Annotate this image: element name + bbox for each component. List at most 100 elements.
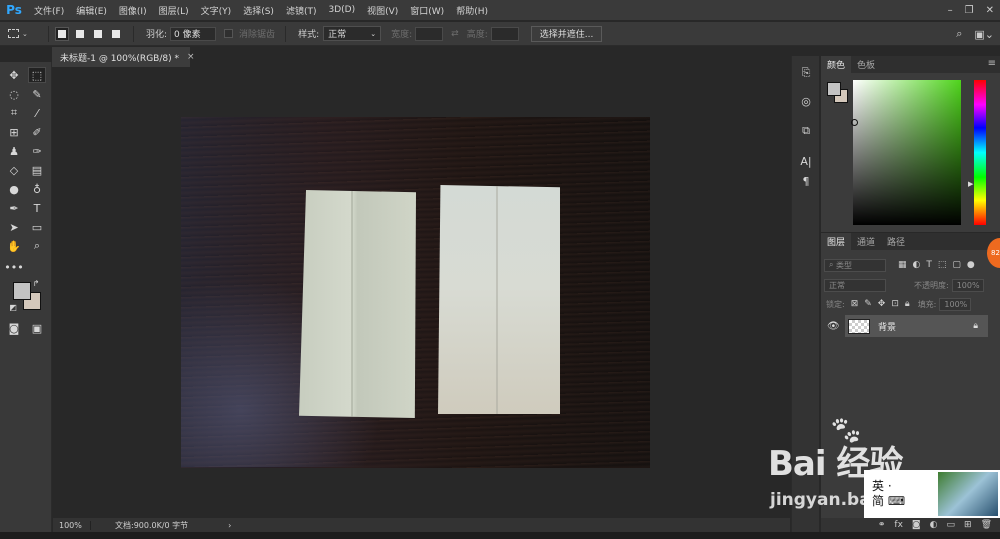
eraser-tool-icon[interactable]: ◇ xyxy=(5,162,23,178)
lock-position-icon[interactable]: ✥ xyxy=(878,299,886,309)
adjustment-filter-icon[interactable]: ◐ xyxy=(913,260,921,270)
color-panel-foreground-swatch[interactable] xyxy=(827,82,841,96)
quick-selection-tool-icon[interactable]: ✎ xyxy=(28,86,46,102)
tab-swatches[interactable]: 色板 xyxy=(851,56,881,73)
dodge-tool-icon[interactable]: ♁ xyxy=(28,181,46,197)
document-tab[interactable]: 未标题-1 @ 100%(RGB/8) * × xyxy=(52,47,195,67)
close-icon[interactable]: ✕ xyxy=(986,5,994,16)
new-layer-icon[interactable]: ⊞ xyxy=(964,520,972,530)
link-layers-icon[interactable]: ⚭ xyxy=(878,520,886,530)
color-field[interactable] xyxy=(851,80,961,225)
zoom-tool-icon[interactable]: ⌕ xyxy=(28,238,46,254)
hue-slider[interactable] xyxy=(974,80,986,225)
layer-filter-select[interactable]: ⌕ 类型 xyxy=(824,258,886,272)
menu-select[interactable]: 选择(S) xyxy=(243,4,274,17)
ime-status[interactable]: 英 · 简 ⌨ xyxy=(872,479,905,509)
restore-icon[interactable]: ❐ xyxy=(965,5,974,16)
adjustments-panel-icon[interactable]: ◎ xyxy=(797,92,815,110)
workspace-icon[interactable]: ▣⌄ xyxy=(974,28,994,41)
layer-lock-icon[interactable]: 🔒︎ xyxy=(973,321,978,331)
hue-slider-handle-icon[interactable]: ▶ xyxy=(968,180,973,188)
brush-tool-icon[interactable]: ✐ xyxy=(28,124,46,140)
status-menu-arrow[interactable]: › xyxy=(228,521,231,530)
menu-help[interactable]: 帮助(H) xyxy=(456,4,488,17)
opacity-input[interactable]: 100% xyxy=(951,278,984,292)
healing-brush-tool-icon[interactable]: ⊞ xyxy=(5,124,23,140)
rectangle-tool-icon[interactable]: ▭ xyxy=(28,219,46,235)
menu-edit[interactable]: 编辑(E) xyxy=(76,4,107,17)
smart-object-filter-icon[interactable]: ▢ xyxy=(952,260,961,270)
move-tool-icon[interactable]: ✥ xyxy=(5,67,23,83)
type-filter-icon[interactable]: T xyxy=(926,260,932,270)
rectangular-marquee-tool-icon[interactable]: ⬚ xyxy=(28,67,46,83)
menu-type[interactable]: 文字(Y) xyxy=(201,4,232,17)
swap-colors-icon[interactable]: ↱ xyxy=(30,278,42,288)
antialias-checkbox[interactable] xyxy=(224,29,234,38)
width-input[interactable] xyxy=(415,26,444,41)
menu-image[interactable]: 图像(I) xyxy=(119,4,147,17)
default-colors-icon[interactable]: ◩ xyxy=(7,302,19,312)
add-mask-icon[interactable]: ◙ xyxy=(912,520,921,530)
search-icon[interactable]: ⌕ xyxy=(956,27,962,41)
layer-row[interactable]: 背景 🔒︎ xyxy=(845,315,988,337)
pixel-filter-icon[interactable]: ▦ xyxy=(898,260,907,270)
canvas-area[interactable] xyxy=(53,67,790,517)
blend-mode-select[interactable]: 正常 xyxy=(824,278,886,292)
quick-mask-icon[interactable]: ◙ xyxy=(5,320,23,336)
paragraph-panel-icon[interactable]: ¶ xyxy=(797,172,815,190)
style-select[interactable]: 正常 ⌄ xyxy=(323,26,382,41)
blur-tool-icon[interactable]: ● xyxy=(5,181,23,197)
eyedropper-tool-icon[interactable]: ⁄ xyxy=(28,105,46,121)
feather-input[interactable]: 0 像素 xyxy=(170,26,217,41)
close-tab-icon[interactable]: × xyxy=(187,52,195,62)
libraries-panel-icon[interactable]: ⧉ xyxy=(797,122,815,140)
delete-layer-icon[interactable]: 🗑︎ xyxy=(981,520,992,530)
layer-style-icon[interactable]: fx xyxy=(894,520,903,530)
history-panel-icon[interactable]: ⎘ xyxy=(797,64,815,82)
new-selection-button[interactable] xyxy=(55,26,69,41)
character-panel-icon[interactable]: A| xyxy=(797,152,815,170)
clone-stamp-tool-icon[interactable]: ♟ xyxy=(5,143,23,159)
zoom-level[interactable]: 100% xyxy=(53,520,91,530)
document-info[interactable]: 文档:900.0K/0 字节 xyxy=(115,520,188,531)
fill-input[interactable]: 100% xyxy=(939,297,972,311)
gradient-tool-icon[interactable]: ▤ xyxy=(28,162,46,178)
subtract-selection-button[interactable] xyxy=(91,27,105,41)
more-tools-icon[interactable]: ••• xyxy=(4,259,23,275)
panel-menu-icon[interactable]: ≡ xyxy=(988,58,996,69)
menu-file[interactable]: 文件(F) xyxy=(34,4,64,17)
add-selection-button[interactable] xyxy=(73,27,87,41)
visibility-eye-icon[interactable]: 👁︎ xyxy=(827,321,840,332)
tab-paths[interactable]: 路径 xyxy=(881,233,911,250)
tool-preset-picker[interactable]: ⌄ xyxy=(8,25,42,43)
menu-layer[interactable]: 图层(L) xyxy=(159,4,189,17)
crop-tool-icon[interactable]: ⌗ xyxy=(5,105,23,121)
intersect-selection-button[interactable] xyxy=(109,27,123,41)
minimize-icon[interactable]: – xyxy=(948,5,953,16)
history-brush-tool-icon[interactable]: ✑ xyxy=(28,143,46,159)
menu-view[interactable]: 视图(V) xyxy=(367,4,398,17)
height-input[interactable] xyxy=(490,26,519,41)
foreground-color-swatch[interactable] xyxy=(13,282,31,300)
path-selection-tool-icon[interactable]: ➤ xyxy=(5,219,23,235)
tab-channels[interactable]: 通道 xyxy=(851,233,881,250)
screen-mode-icon[interactable]: ▣ xyxy=(28,320,46,336)
menu-3d[interactable]: 3D(D) xyxy=(328,5,355,15)
lock-pixels-icon[interactable]: ⊠ xyxy=(851,299,859,309)
hand-tool-icon[interactable]: ✋ xyxy=(5,238,23,254)
new-adjustment-icon[interactable]: ◐ xyxy=(930,520,938,530)
shape-filter-icon[interactable]: ⬚ xyxy=(938,260,947,270)
tab-color[interactable]: 颜色 xyxy=(821,56,852,73)
lock-all-icon[interactable]: 🔒︎ xyxy=(905,299,910,309)
lasso-tool-icon[interactable]: ◌ xyxy=(5,86,23,102)
menu-window[interactable]: 窗口(W) xyxy=(410,4,444,17)
pen-tool-icon[interactable]: ✒ xyxy=(5,200,23,216)
select-and-mask-button[interactable]: 选择并遮住... xyxy=(530,25,603,42)
type-tool-icon[interactable]: T xyxy=(28,200,46,216)
filter-toggle-icon[interactable]: ● xyxy=(967,260,975,270)
lock-artboard-icon[interactable]: ⊡ xyxy=(891,299,899,309)
menu-filter[interactable]: 滤镜(T) xyxy=(286,4,317,17)
color-picker-ring[interactable] xyxy=(851,119,858,126)
tab-layers[interactable]: 图层 xyxy=(821,233,852,250)
lock-paint-icon[interactable]: ✎ xyxy=(864,299,872,309)
